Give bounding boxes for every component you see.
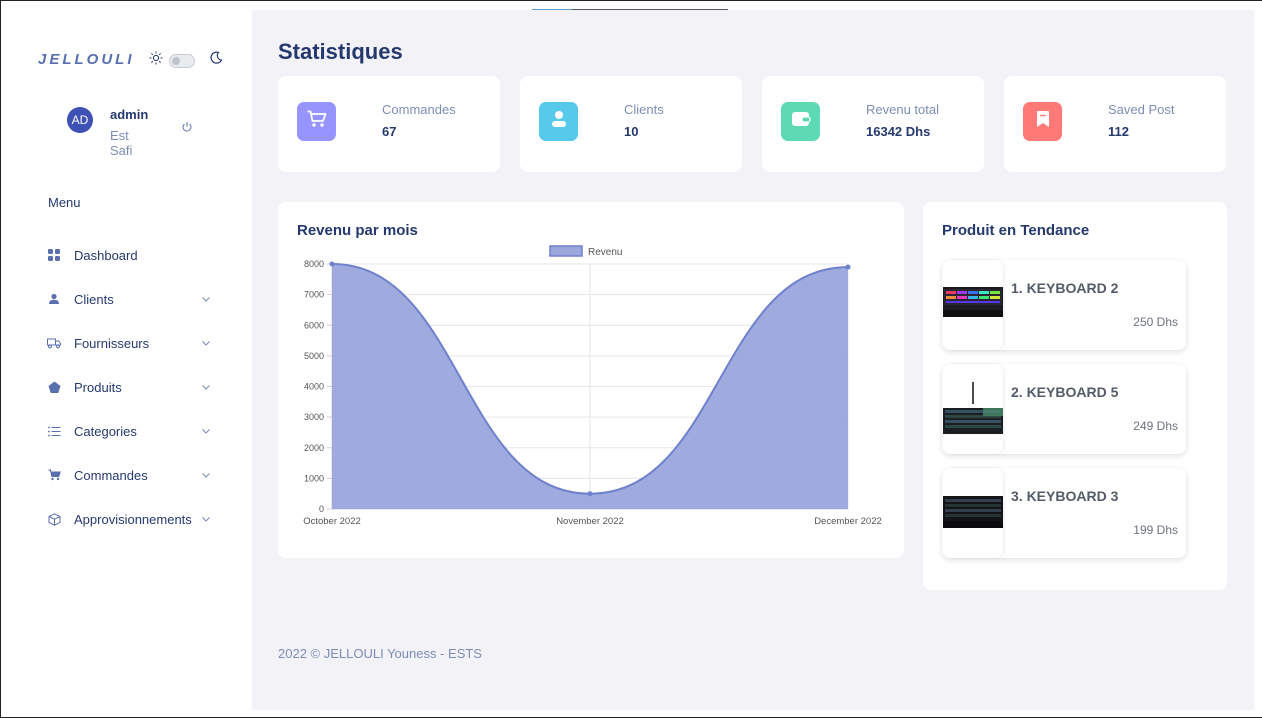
user-profile: AD admin Est Safi [67,107,148,158]
cart-icon [47,468,61,482]
logout-icon[interactable] [181,120,193,138]
stat-card-commandes: Commandes 67 [278,76,500,172]
theme-toggle [149,51,223,70]
product-name: 3. KEYBOARD 3 [1011,488,1119,504]
stat-icon-bg [1023,102,1062,141]
stat-value: 67 [382,124,397,139]
sidebar: JELLOULI AD admin Est Safi Menu Dashboar… [1,1,251,717]
legend-swatch [549,245,583,257]
pentagon-icon [47,380,61,394]
product-name: 1. KEYBOARD 2 [1011,280,1119,296]
sidebar-item-clients[interactable]: Clients [47,277,217,321]
product-price: 249 Dhs [1133,419,1178,433]
sidebar-item-commandes[interactable]: Commandes [47,453,217,497]
sidebar-item-label: Commandes [74,467,148,483]
grid-icon [47,248,61,262]
data-point [587,491,593,497]
product-price: 250 Dhs [1133,315,1178,329]
main-content: Statistiques Commandes 67 Clients 10 Rev… [252,10,1254,710]
trending-title: Produit en Tendance [942,222,1090,239]
bookmark-icon [1036,110,1050,133]
cart-icon [307,110,327,133]
revenue-chart-card: Revenu par mois 0 1000 2000 3000 4000 5000 600… [278,202,904,558]
stat-icon-bg [539,102,578,141]
user-name: admin [110,107,149,122]
chevron-down-icon [201,336,211,351]
sidebar-item-dashboard[interactable]: Dashboard [47,233,217,277]
stat-icon-bg [781,102,820,141]
keyboard-image [943,260,1003,350]
chevron-down-icon [201,424,211,439]
brand-logo[interactable]: JELLOULI [38,51,135,68]
stat-value: 10 [624,124,639,139]
dark-mode-switch[interactable] [169,53,195,68]
y-tick-label: 2000 [304,443,324,453]
x-tick-label: November 2022 [556,516,624,527]
trending-product[interactable]: 2. KEYBOARD 5 249 Dhs [942,364,1186,454]
sidebar-nav: Dashboard Clients Fournisseurs Produits … [47,233,217,541]
sidebar-item-approvisionnements[interactable]: Approvisionnements [47,497,217,541]
chevron-down-icon [201,292,211,307]
sidebar-item-label: Fournisseurs [74,335,150,351]
sidebar-item-label: Approvisionnements [74,511,192,527]
sidebar-item-fournisseurs[interactable]: Fournisseurs [47,321,217,365]
y-tick-label: 7000 [304,290,324,300]
person-icon [47,292,61,306]
stat-label: Saved Post [1108,102,1175,117]
revenue-chart: 0 1000 2000 3000 4000 5000 6000 7000 8000 October… [303,245,882,527]
data-point [845,264,851,270]
product-name: 2. KEYBOARD 5 [1011,384,1119,400]
keyboard-image [943,364,1003,454]
y-tick-label: 1000 [304,473,324,483]
sun-icon [149,51,163,70]
y-tick-label: 8000 [304,259,324,269]
menu-heading: Menu [48,195,81,210]
x-tick-label: October 2022 [303,516,361,527]
product-price: 199 Dhs [1133,523,1178,537]
trending-product[interactable]: 3. KEYBOARD 3 199 Dhs [942,468,1186,558]
truck-icon [47,336,61,350]
avatar[interactable]: AD [67,107,93,133]
stat-icon-bg [297,102,336,141]
stat-card-clients: Clients 10 [520,76,742,172]
stat-label: Revenu total [866,102,939,117]
page-title: Statistiques [278,39,403,64]
person-icon [551,110,567,133]
stat-card-revenu: Revenu total 16342 Dhs [762,76,984,172]
sidebar-item-label: Clients [74,291,114,307]
sidebar-item-label: Produits [74,379,122,395]
stat-label: Clients [624,102,664,117]
legend-label: Revenu [588,247,622,258]
list-icon [47,424,61,438]
stat-value: 16342 Dhs [866,124,931,139]
trending-product[interactable]: 1. KEYBOARD 2 250 Dhs [942,260,1186,350]
keyboard-image [943,468,1003,558]
sidebar-item-label: Categories [74,423,137,439]
chevron-down-icon [201,512,211,527]
y-tick-label: 6000 [304,320,324,330]
user-location: Est Safi [110,128,133,158]
y-tick-label: 3000 [304,412,324,422]
stat-value: 112 [1108,124,1129,139]
chevron-down-icon [201,468,211,483]
moon-icon [209,51,223,70]
wallet-icon [791,111,811,132]
sidebar-item-label: Dashboard [74,247,138,263]
stat-card-saved-post: Saved Post 112 [1004,76,1226,172]
stat-label: Commandes [382,102,456,117]
data-point [329,261,335,267]
y-tick-label: 5000 [304,351,324,361]
sidebar-item-produits[interactable]: Produits [47,365,217,409]
y-tick-label: 4000 [304,382,324,392]
sidebar-item-categories[interactable]: Categories [47,409,217,453]
trending-products-card: Produit en Tendance 1. KEYBOARD 2 250 Dh… [923,202,1227,590]
footer-text: 2022 © JELLOULI Youness - ESTS [278,646,482,661]
box-icon [47,512,61,526]
y-tick-label: 0 [319,504,324,514]
chevron-down-icon [201,380,211,395]
x-tick-label: December 2022 [814,516,882,527]
